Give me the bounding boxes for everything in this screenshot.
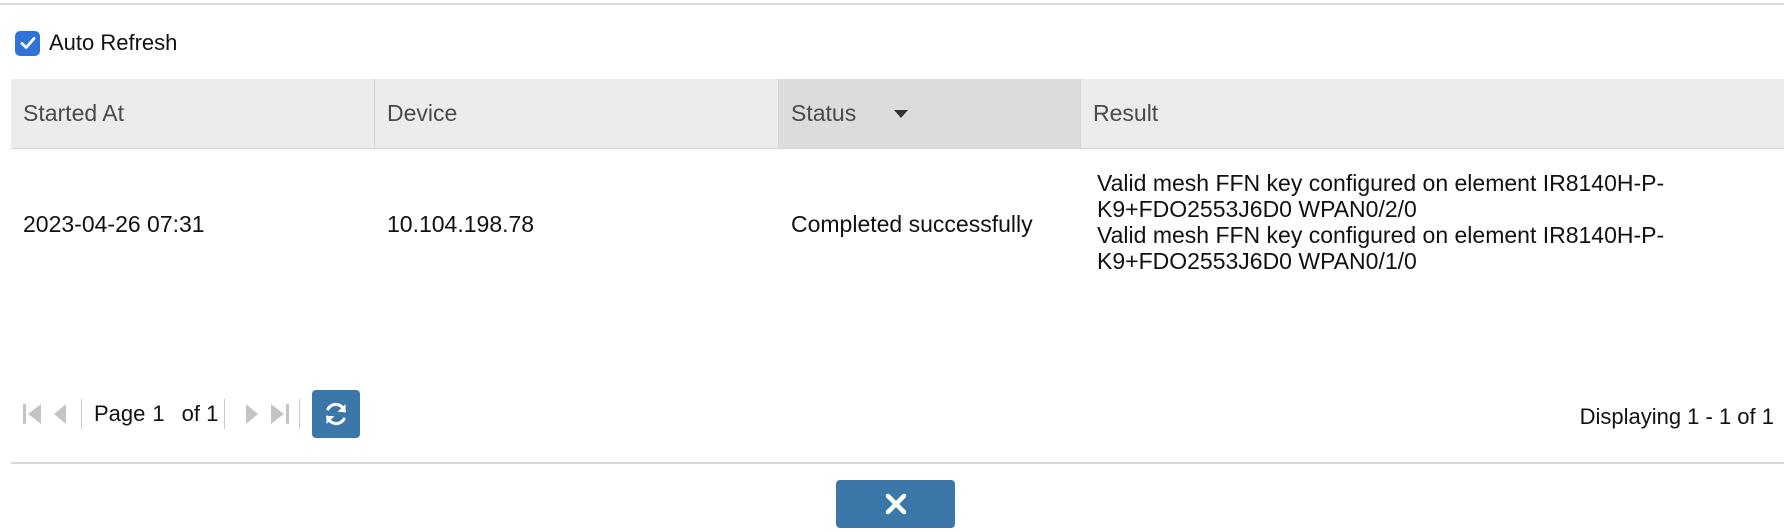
page-label: Page — [94, 401, 146, 426]
top-divider — [0, 3, 1784, 5]
column-header-device[interactable]: Device — [375, 79, 779, 148]
auto-refresh-label: Auto Refresh — [49, 30, 178, 55]
last-page-button[interactable] — [265, 400, 293, 428]
first-page-button[interactable] — [19, 400, 47, 428]
auto-refresh-checkbox[interactable] — [15, 30, 40, 56]
bottom-divider — [11, 462, 1784, 464]
sort-desc-icon[interactable] — [894, 109, 909, 118]
paging-toolbar: Page 1 of 1 — [19, 390, 361, 438]
column-header-status[interactable]: Status — [779, 79, 1081, 148]
cell-device: 10.104.198.78 — [387, 210, 535, 237]
page-number-input[interactable]: 1 — [152, 401, 164, 427]
page-total-label: of 1 — [181, 401, 219, 426]
column-header-label: Device — [387, 100, 458, 126]
prev-page-button[interactable] — [47, 400, 75, 428]
close-icon — [885, 493, 906, 515]
cell-started-at: 2023-04-26 07:31 — [23, 210, 205, 237]
table-header: Started At Device Status Result — [11, 79, 1784, 149]
checkmark-icon — [20, 37, 35, 49]
cell-status: Completed successfully — [791, 210, 1033, 237]
next-page-button[interactable] — [237, 400, 265, 428]
toolbar-separator — [81, 399, 82, 429]
result-line: Valid mesh FFN key configured on element… — [1097, 222, 1665, 274]
cell-result: Valid mesh FFN key configured on element… — [1081, 149, 1784, 299]
refresh-button[interactable] — [312, 390, 361, 438]
toolbar-separator — [224, 399, 226, 429]
next-page-icon — [246, 404, 259, 424]
auto-refresh-toggle[interactable]: Auto Refresh — [15, 30, 177, 56]
first-page-icon — [23, 404, 41, 424]
display-info: Displaying 1 - 1 of 1 — [1579, 404, 1774, 429]
column-header-label: Result — [1093, 100, 1159, 126]
table-row[interactable]: 2023-04-26 07:31 10.104.198.78 Completed… — [11, 149, 1784, 299]
refresh-icon — [326, 402, 347, 426]
jobs-table: Started At Device Status Result 2023-04-… — [11, 79, 1784, 299]
column-header-label: Status — [791, 100, 857, 126]
result-line: Valid mesh FFN key configured on element… — [1097, 170, 1665, 222]
prev-page-icon — [54, 404, 66, 424]
last-page-icon — [271, 404, 290, 424]
column-header-started-at[interactable]: Started At — [11, 79, 375, 148]
toolbar-separator — [299, 399, 301, 429]
column-header-label: Started At — [23, 100, 125, 126]
close-button[interactable] — [836, 480, 955, 528]
column-header-result[interactable]: Result — [1081, 79, 1784, 148]
